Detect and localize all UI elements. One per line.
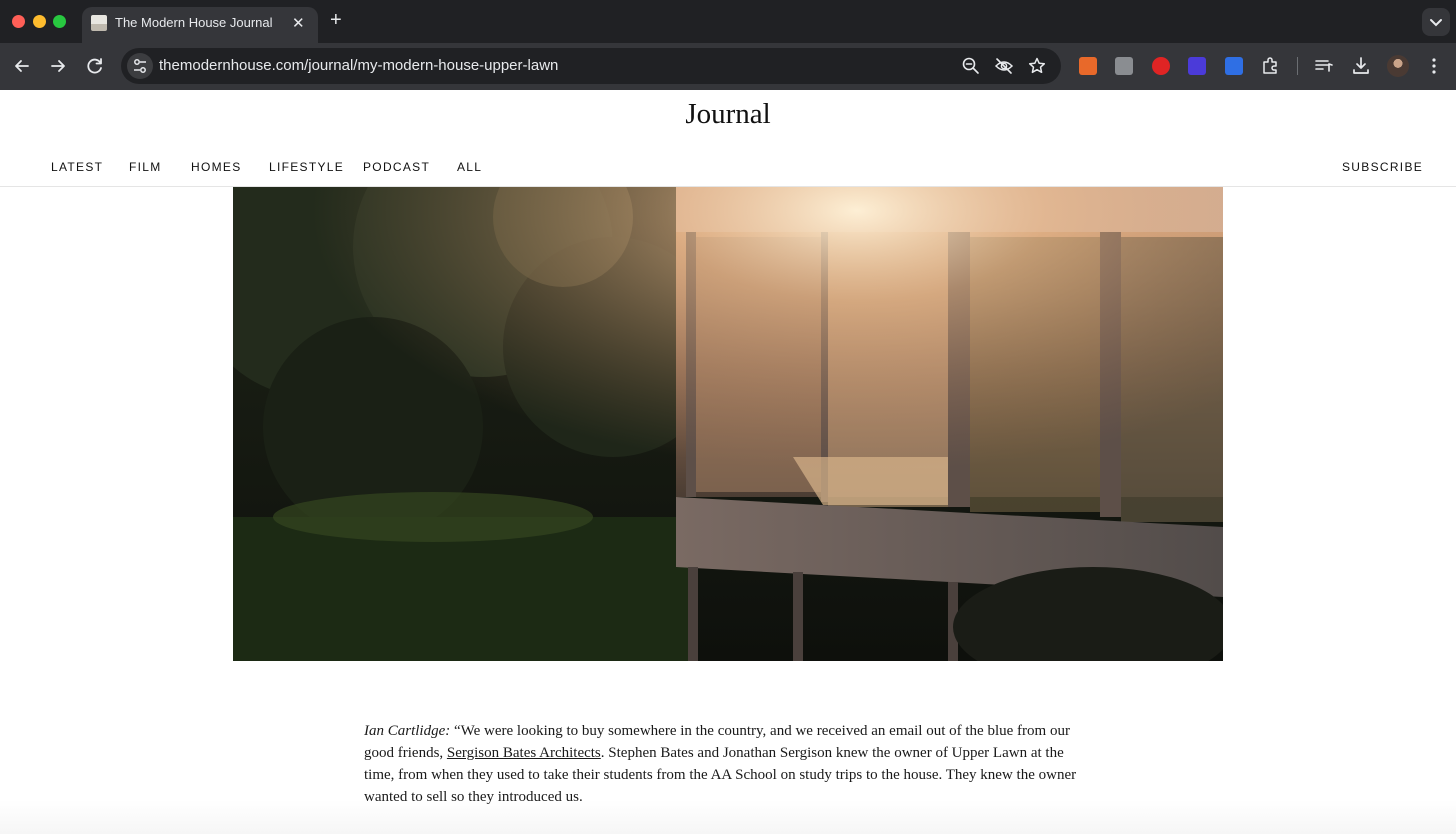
reload-icon[interactable] — [84, 55, 106, 77]
site-logo[interactable]: Journal — [0, 98, 1456, 131]
nav-item-podcast[interactable]: PODCAST — [363, 160, 430, 174]
nav-item-homes[interactable]: HOMES — [191, 160, 242, 174]
eye-off-icon[interactable] — [994, 56, 1014, 76]
sergison-bates-link[interactable]: Sergison Bates Architects — [447, 745, 601, 761]
extension-4-icon[interactable] — [1188, 57, 1206, 75]
speaker-name: Ian Cartlidge: — [364, 723, 451, 739]
browser-tab-strip: The Modern House Journal ✕ + — [0, 0, 1456, 43]
back-icon[interactable] — [11, 55, 33, 77]
forward-icon[interactable] — [47, 55, 69, 77]
window-zoom-button[interactable] — [53, 15, 66, 28]
extensions-puzzle-icon[interactable] — [1259, 55, 1281, 77]
extension-2-icon[interactable] — [1115, 57, 1133, 75]
tab-title: The Modern House Journal — [115, 15, 273, 30]
media-controls-icon[interactable] — [1313, 55, 1335, 77]
more-menu-icon[interactable] — [1423, 55, 1445, 77]
browser-toolbar: themodernhouse.com/journal/my-modern-hou… — [0, 43, 1456, 90]
article-paragraph: Ian Cartlidge: “We were looking to buy s… — [364, 720, 1094, 808]
nav-item-film[interactable]: FILM — [129, 160, 162, 174]
bookmark-star-icon[interactable] — [1027, 56, 1047, 76]
nav-item-all[interactable]: ALL — [457, 160, 482, 174]
window-minimize-button[interactable] — [33, 15, 46, 28]
url-text[interactable]: themodernhouse.com/journal/my-modern-hou… — [159, 57, 558, 74]
window-close-button[interactable] — [12, 15, 25, 28]
house-photo-illustration — [233, 187, 1223, 661]
zoom-icon[interactable] — [961, 56, 981, 76]
tune-icon — [134, 59, 146, 73]
article-body: Ian Cartlidge: “We were looking to buy s… — [364, 720, 1094, 808]
tab-search-button[interactable] — [1422, 8, 1450, 36]
hero-image — [233, 187, 1223, 661]
toolbar-separator — [1297, 57, 1298, 75]
address-bar[interactable]: themodernhouse.com/journal/my-modern-hou… — [121, 48, 1061, 84]
nav-item-lifestyle[interactable]: LIFESTYLE — [269, 160, 344, 174]
new-tab-button[interactable]: + — [330, 10, 342, 30]
extension-3-icon[interactable] — [1152, 57, 1170, 75]
site-favicon-icon — [91, 15, 107, 31]
bottom-fade — [0, 800, 1456, 834]
subscribe-link[interactable]: SUBSCRIBE — [1342, 160, 1423, 174]
tab-close-icon[interactable]: ✕ — [292, 14, 305, 32]
nav-item-latest[interactable]: LATEST — [51, 160, 103, 174]
browser-tab-active[interactable]: The Modern House Journal ✕ — [82, 7, 318, 43]
profile-avatar[interactable] — [1387, 55, 1409, 77]
site-settings-icon[interactable] — [127, 53, 153, 79]
extension-5-icon[interactable] — [1225, 57, 1243, 75]
extension-1-icon[interactable] — [1079, 57, 1097, 75]
chevron-down-icon — [1430, 19, 1442, 27]
download-icon[interactable] — [1350, 55, 1372, 77]
